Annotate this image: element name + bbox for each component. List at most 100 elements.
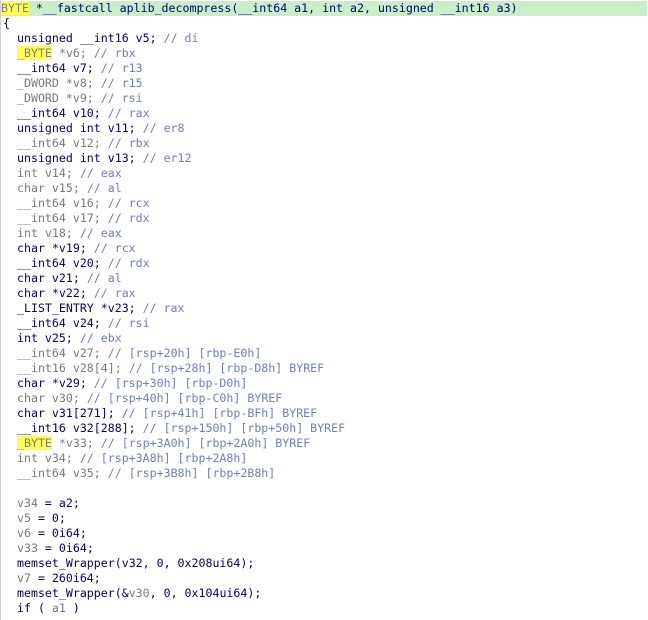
code-line[interactable]: v5 = 0; [17,511,66,526]
code-token[interactable]: // al [87,271,122,285]
code-token[interactable]: // rbx [108,136,150,150]
code-token[interactable]: = 0; [31,511,66,525]
code-token[interactable]: // er12 [143,151,192,165]
code-line[interactable]: int v34; // [rsp+3A8h] [rbp+2A8h] [17,451,247,466]
code-token[interactable]: // [rsp+3B8h] [rbp+2B8h] [108,466,276,480]
code-token[interactable]: char *v22; [17,286,94,300]
code-token[interactable]: (& [115,586,129,600]
code-token[interactable]: // [rsp+40h] [rbp-C0h] BYREF [87,391,282,405]
code-token[interactable]: // [rsp+20h] [rbp-E0h] [108,346,262,360]
code-token[interactable]: char v21; [17,271,87,285]
code-line[interactable]: char v31[271]; // [rsp+41h] [rbp-BFh] BY… [17,406,317,421]
code-token[interactable]: // r13 [101,61,143,75]
code-token[interactable]: unsigned __int16 v5; [17,31,164,45]
code-line[interactable]: __int64 v35; // [rsp+3B8h] [rbp+2B8h] [17,466,275,481]
highlighted-type-token[interactable]: BYTE [1,1,29,15]
code-token[interactable]: int v14; [17,166,80,180]
code-line[interactable]: int v18; // eax [17,226,122,241]
code-token[interactable]: if ( [17,601,52,615]
pseudocode-view[interactable]: BYTE *__fastcall aplib_decompress(__int6… [0,0,648,620]
code-token[interactable]: // r15 [101,76,143,90]
code-line[interactable]: __int64 v27; // [rsp+20h] [rbp-E0h] [17,346,261,361]
code-line[interactable]: __int64 v20; // rdx [17,256,150,271]
code-token[interactable]: v6 [17,526,31,540]
highlighted-type-token[interactable]: _BYTE [17,436,52,450]
code-token[interactable]: __int64 v24; [17,316,108,330]
code-line[interactable]: _LIST_ENTRY *v23; // rax [17,301,185,316]
code-token[interactable]: // [rsp+150h] [rbp+50h] BYREF [143,421,345,435]
code-token[interactable]: _DWORD *v9; [17,91,101,105]
code-token[interactable]: // [rsp+3A0h] [rbp+2A0h] BYREF [101,436,310,450]
function-signature-line[interactable]: BYTE *__fastcall aplib_decompress(__int6… [1,1,647,16]
code-token[interactable]: unsigned int v11; [17,121,143,135]
code-line[interactable]: if ( a1 ) [17,601,80,616]
code-token[interactable]: memset_Wrapper [17,556,115,570]
code-token[interactable]: // [rsp+28h] [rbp-D8h] BYREF [129,361,324,375]
code-line[interactable]: char *v22; // rax [17,286,136,301]
code-token[interactable]: char *v29; [17,376,94,390]
code-line[interactable]: v7 = 260i64; [17,571,101,586]
code-line[interactable]: __int16 v32[288]; // [rsp+150h] [rbp+50h… [17,421,345,436]
code-token[interactable]: ) [66,601,80,615]
code-token[interactable]: _LIST_ENTRY *v23; [17,301,143,315]
code-token[interactable]: // [rsp+3A8h] [rbp+2A8h] [80,451,248,465]
code-line[interactable]: { [3,16,10,31]
code-line[interactable]: __int64 v17; // rdx [17,211,150,226]
code-token[interactable]: // rax [108,106,150,120]
code-line[interactable]: __int16 v28[4]; // [rsp+28h] [rbp-D8h] B… [17,361,324,376]
code-token[interactable]: char v15; [17,181,87,195]
highlighted-type-token[interactable]: _BYTE [17,46,52,60]
code-token[interactable]: // di [164,31,199,45]
code-line[interactable]: char v30; // [rsp+40h] [rbp-C0h] BYREF [17,391,282,406]
code-line[interactable]: __int64 v12; // rbx [17,136,150,151]
code-token[interactable]: // rdx [108,256,150,270]
code-token[interactable]: // [rsp+30h] [rbp-D0h] [94,376,248,390]
code-token[interactable]: *__fastcall aplib_decompress(__int64 a1,… [29,1,518,15]
code-line[interactable]: memset_Wrapper(&v30, 0, 0x104ui64); [17,586,261,601]
code-token[interactable]: // rcx [94,241,136,255]
code-token[interactable]: { [3,16,10,30]
code-token[interactable]: , 0, 0x104ui64); [150,586,262,600]
code-line[interactable]: _DWORD *v9; // rsi [17,91,143,106]
code-token[interactable]: __int16 v28[4]; [17,361,129,375]
code-token[interactable]: v7 [17,571,31,585]
code-token[interactable]: // al [87,181,122,195]
code-line[interactable]: char v21; // al [17,271,122,286]
code-token[interactable]: // rsi [101,91,143,105]
code-token[interactable]: // eax [80,226,122,240]
code-line[interactable]: __int64 v24; // rsi [17,316,150,331]
code-token[interactable]: _DWORD *v8; [17,76,101,90]
code-token[interactable]: // rsi [108,316,150,330]
code-token[interactable]: __int64 v20; [17,256,108,270]
code-token[interactable]: = 0i64; [38,541,94,555]
code-line[interactable]: _DWORD *v8; // r15 [17,76,143,91]
code-line[interactable]: __int64 v16; // rcx [17,196,150,211]
code-token[interactable]: __int64 v27; [17,346,108,360]
code-token[interactable]: (v32, 0, 0x208ui64); [115,556,255,570]
code-token[interactable]: *v33; [52,436,101,450]
code-token[interactable]: __int16 v32[288]; [17,421,143,435]
code-token[interactable]: __int64 v17; [17,211,108,225]
code-token[interactable]: unsigned int v13; [17,151,143,165]
code-line[interactable]: unsigned __int16 v5; // di [17,31,199,46]
code-token[interactable]: // rbx [94,46,136,60]
code-token[interactable]: char v30; [17,391,87,405]
code-token[interactable]: int v18; [17,226,80,240]
code-token[interactable]: __int64 v7; [17,61,101,75]
code-line[interactable]: char *v19; // rcx [17,241,136,256]
code-token[interactable]: // rax [143,301,185,315]
code-token[interactable]: v34 [17,496,38,510]
code-token[interactable]: v33 [17,541,38,555]
code-token[interactable]: __int64 v12; [17,136,108,150]
code-line[interactable]: char v15; // al [17,181,122,196]
code-token[interactable]: // eax [80,166,122,180]
code-line[interactable]: _BYTE *v33; // [rsp+3A0h] [rbp+2A0h] BYR… [17,436,310,451]
code-line[interactable]: char *v29; // [rsp+30h] [rbp-D0h] [17,376,247,391]
code-token[interactable]: __int64 v16; [17,196,108,210]
code-line[interactable]: unsigned int v11; // er8 [17,121,185,136]
code-token[interactable]: // rdx [108,211,150,225]
code-line[interactable]: __int64 v10; // rax [17,106,150,121]
code-token[interactable]: v30 [129,586,150,600]
code-line[interactable]: v34 = a2; [17,496,80,511]
code-line[interactable]: _BYTE *v6; // rbx [17,46,136,61]
